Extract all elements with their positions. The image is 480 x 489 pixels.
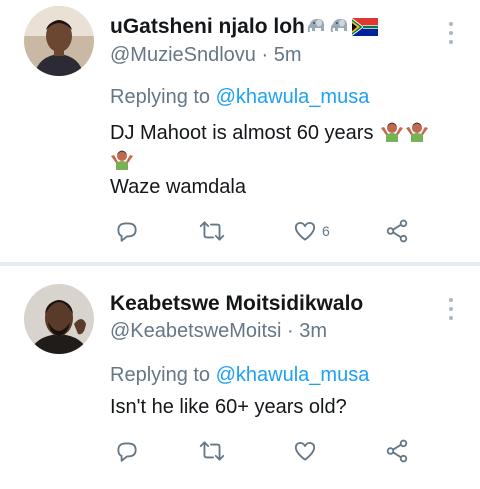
more-options-icon[interactable] xyxy=(446,298,456,320)
handle[interactable]: @KeabetsweMoitsi xyxy=(110,320,281,342)
tweet-text-line: DJ Mahoot is almost 60 years xyxy=(110,118,429,148)
replying-to: Replying to @khawula_musa xyxy=(110,86,369,109)
display-name-text[interactable]: Keabetswe Moitsidikwalo xyxy=(110,292,363,315)
person-shrugging-icon xyxy=(380,118,404,148)
tweet-text-line: Waze wamdala xyxy=(110,176,246,199)
retweet-icon xyxy=(199,441,225,461)
share-icon xyxy=(386,439,408,463)
replying-to: Replying to @khawula_musa xyxy=(110,364,369,387)
mention-link[interactable]: @khawula_musa xyxy=(216,364,370,386)
south-africa-flag-icon xyxy=(351,18,378,42)
person-shrugging-icon xyxy=(110,146,134,176)
handle-row: @MuzieSndlovu · 5m xyxy=(110,44,302,67)
like-button[interactable] xyxy=(292,436,322,466)
display-name[interactable]: Keabetswe Moitsidikwalo xyxy=(110,292,363,316)
reply-icon xyxy=(117,442,137,462)
like-icon xyxy=(294,441,316,461)
reply-button[interactable] xyxy=(114,436,144,466)
tweet[interactable]: Keabetswe Moitsidikwalo @KeabetsweMoitsi… xyxy=(0,266,480,489)
tweet-text: Isn't he like 60+ years old? xyxy=(110,396,347,418)
tweet[interactable]: uGatsheni njalo loh @MuzieSndlovu · 5m R… xyxy=(0,0,480,262)
like-count: 6 xyxy=(322,223,330,239)
share-button[interactable] xyxy=(384,216,410,246)
reply-icon xyxy=(117,222,137,242)
tweet-text: DJ Mahoot is almost 60 years xyxy=(110,122,374,144)
retweet-button[interactable] xyxy=(198,216,230,246)
tweet-actions xyxy=(110,436,410,466)
share-icon xyxy=(386,219,408,243)
tweet-text: Waze wamdala xyxy=(110,176,246,198)
elephant-icon xyxy=(329,14,351,42)
avatar[interactable] xyxy=(24,6,94,76)
replying-label: Replying to xyxy=(110,86,211,108)
elephant-icon xyxy=(306,14,328,42)
person-shrugging-icon xyxy=(405,118,429,148)
tweet-actions: 6 xyxy=(110,216,410,246)
handle-row: @KeabetsweMoitsi · 3m xyxy=(110,320,327,343)
handle[interactable]: @MuzieSndlovu xyxy=(110,44,256,66)
share-button[interactable] xyxy=(384,436,410,466)
display-name-text[interactable]: uGatsheni njalo loh xyxy=(110,15,305,38)
more-options-icon[interactable] xyxy=(446,22,456,44)
like-button[interactable]: 6 xyxy=(292,216,330,246)
retweet-button[interactable] xyxy=(198,436,230,466)
retweet-icon xyxy=(199,221,225,241)
mention-link[interactable]: @khawula_musa xyxy=(216,86,370,108)
timestamp[interactable]: · 5m xyxy=(262,44,302,66)
reply-button[interactable] xyxy=(114,216,144,246)
display-name[interactable]: uGatsheni njalo loh xyxy=(110,14,378,42)
timestamp[interactable]: · 3m xyxy=(287,320,327,342)
avatar[interactable] xyxy=(24,284,94,354)
like-icon xyxy=(294,221,316,241)
tweet-text-line: Isn't he like 60+ years old? xyxy=(110,396,347,419)
replying-label: Replying to xyxy=(110,364,211,386)
